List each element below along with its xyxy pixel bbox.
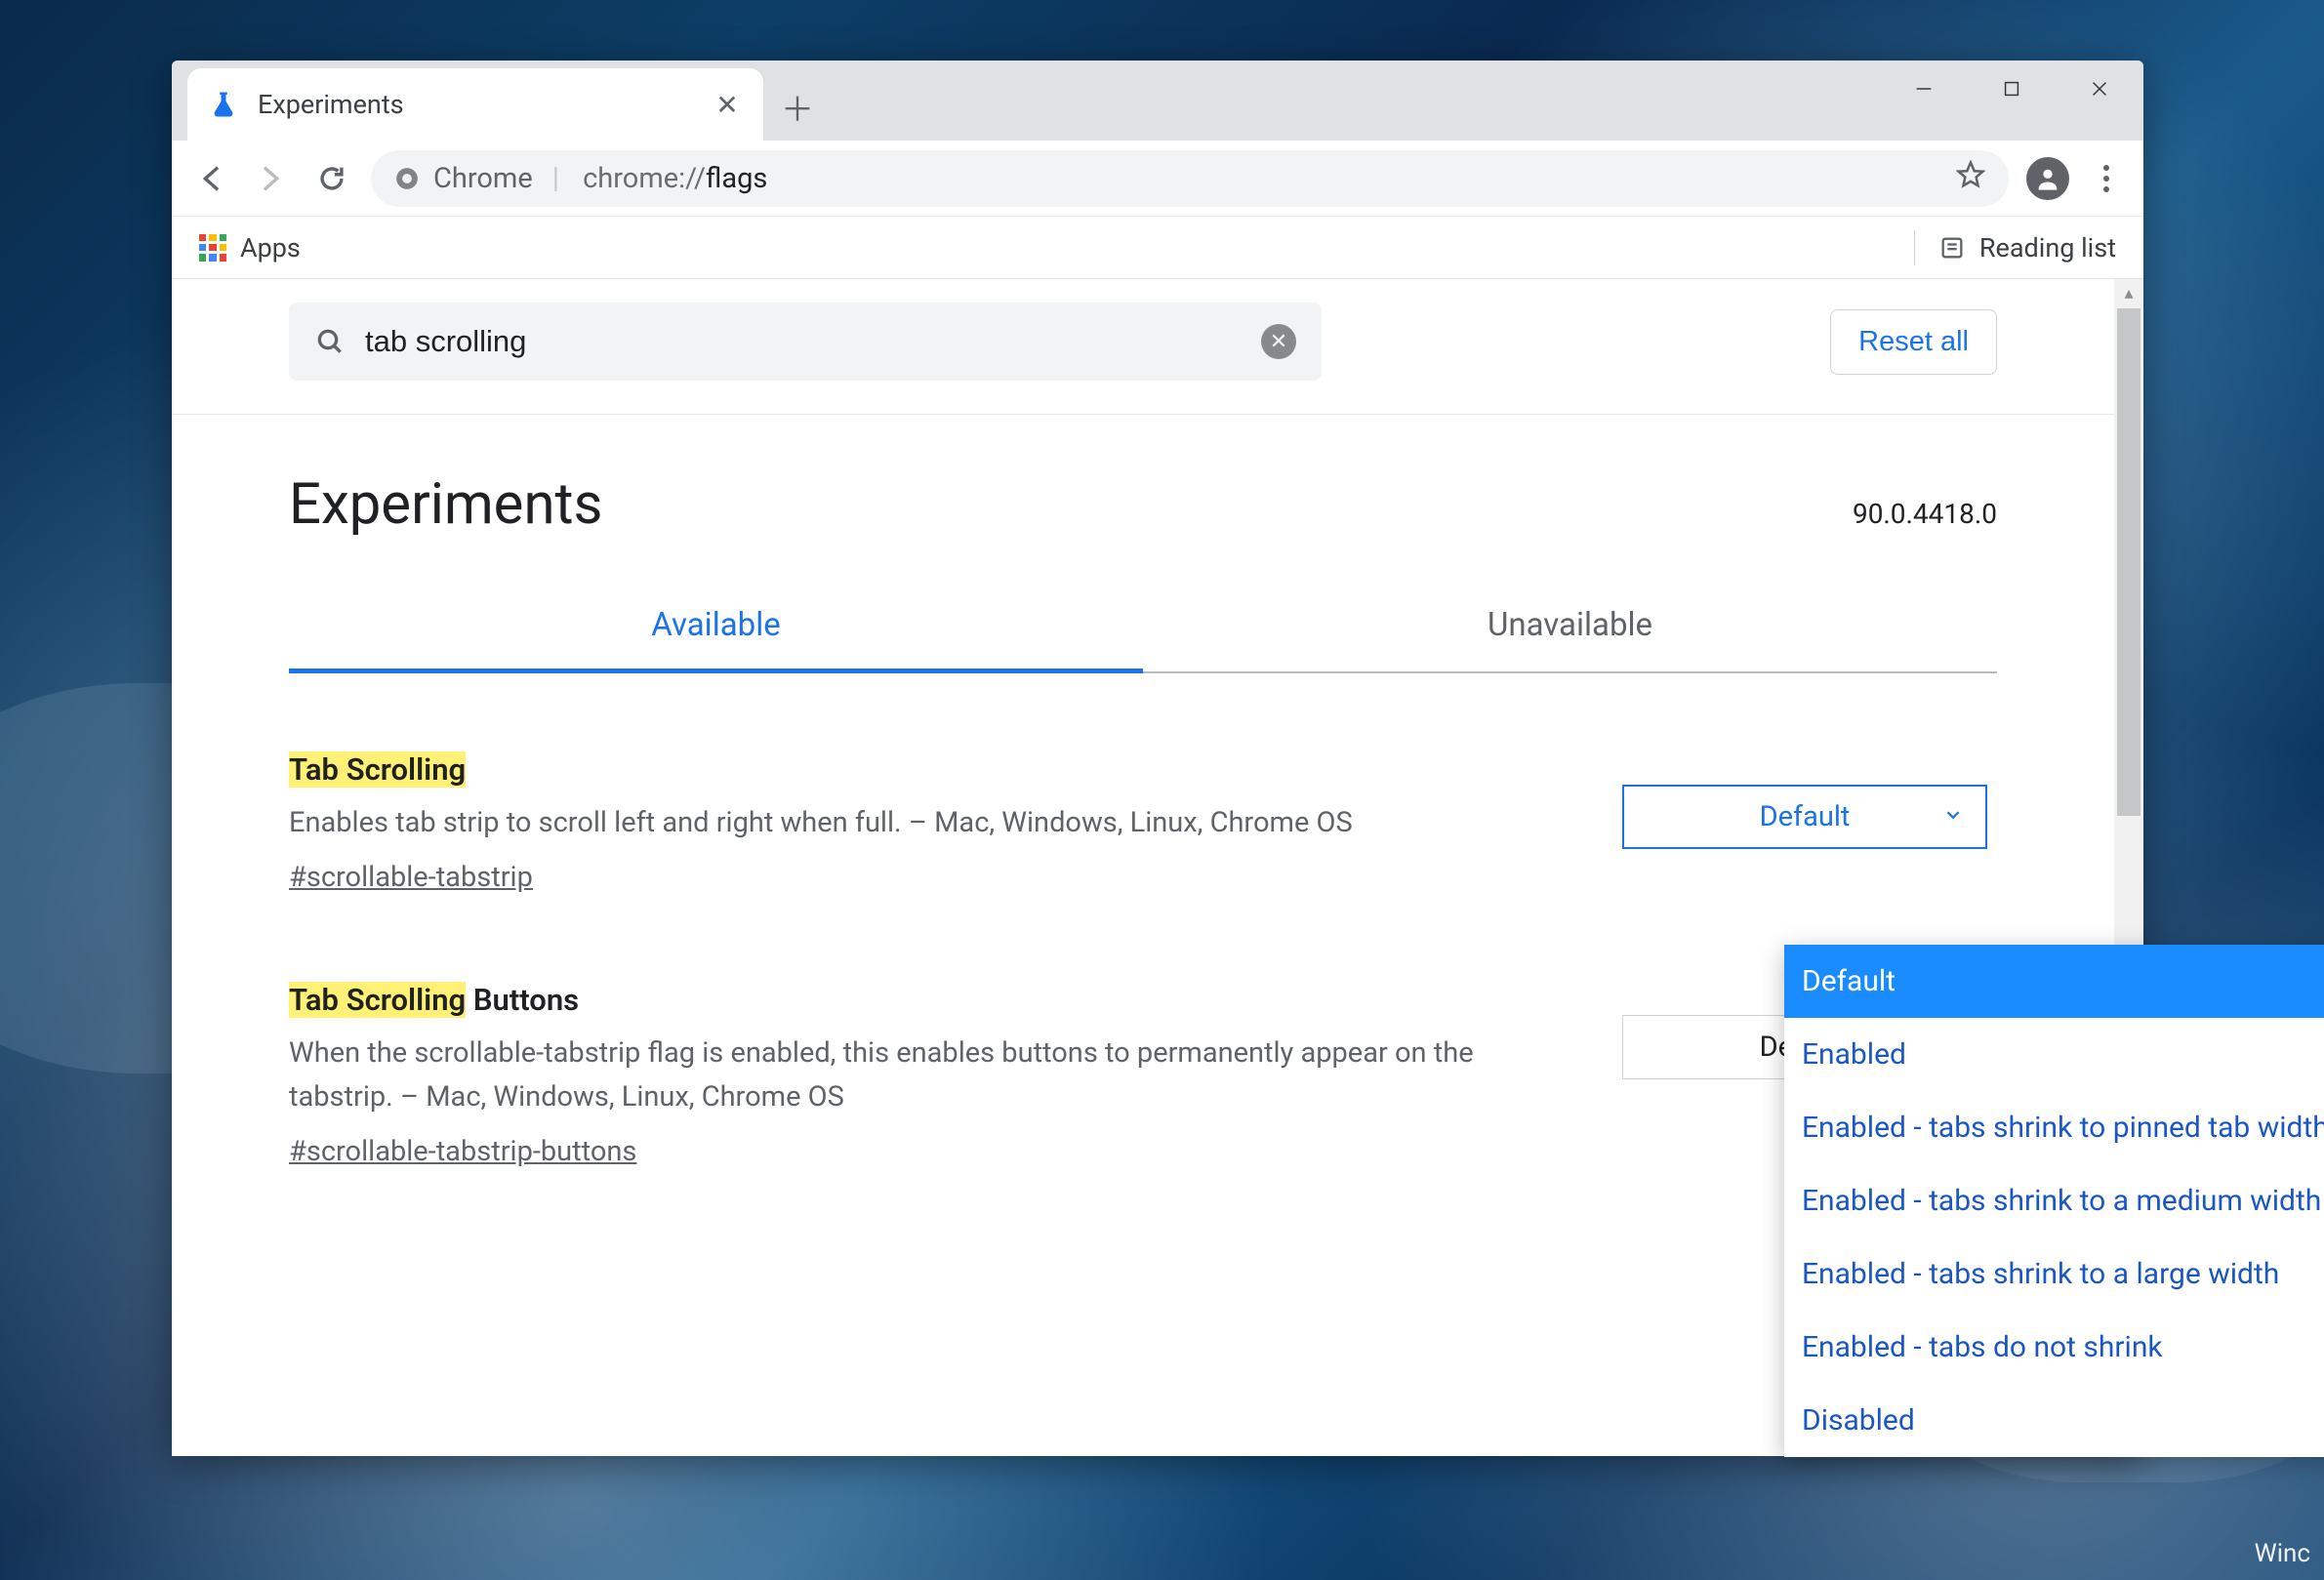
new-tab-button[interactable]: ＋ bbox=[763, 72, 832, 141]
forward-button[interactable] bbox=[250, 157, 293, 200]
reading-list-label: Reading list bbox=[1979, 232, 2116, 263]
flag-select-value: Default bbox=[1760, 800, 1851, 833]
scroll-thumb[interactable] bbox=[2117, 308, 2141, 816]
flag-title: Tab Scrolling Buttons bbox=[289, 982, 1997, 1018]
dropdown-option[interactable]: Enabled - tabs do not shrink bbox=[1784, 1311, 2324, 1384]
dropdown-option[interactable]: Enabled - tabs shrink to a large width bbox=[1784, 1237, 2324, 1311]
flags-tabs: Available Unavailable bbox=[289, 606, 1997, 673]
minimize-button[interactable] bbox=[1880, 61, 1968, 117]
browser-tab[interactable]: Experiments ✕ bbox=[187, 68, 763, 141]
divider bbox=[1914, 230, 1915, 265]
tab-title: Experiments bbox=[258, 89, 713, 120]
titlebar: Experiments ✕ ＋ bbox=[172, 61, 2143, 141]
dropdown-option[interactable]: Enabled - tabs shrink to pinned tab widt… bbox=[1784, 1091, 2324, 1164]
flag-item: Tab Scrolling Enables tab strip to scroll… bbox=[289, 751, 1997, 894]
close-window-button[interactable] bbox=[2056, 61, 2143, 117]
back-button[interactable] bbox=[189, 157, 232, 200]
toolbar: Chrome | chrome://flags bbox=[172, 141, 2143, 217]
bookmark-star-icon[interactable] bbox=[1956, 160, 1985, 197]
dropdown-option[interactable]: Enabled bbox=[1784, 1018, 2324, 1091]
chevron-down-icon bbox=[1942, 800, 1964, 833]
dropdown-option[interactable]: Default bbox=[1784, 945, 2324, 1018]
tab-available[interactable]: Available bbox=[289, 606, 1143, 671]
url: chrome://flags bbox=[583, 162, 767, 195]
flag-anchor-link[interactable]: #scrollable-tabstrip-buttons bbox=[289, 1135, 636, 1168]
flag-description: Enables tab strip to scroll left and rig… bbox=[289, 801, 1568, 845]
apps-grid-icon bbox=[199, 234, 226, 262]
flag-anchor-link[interactable]: #scrollable-tabstrip bbox=[289, 861, 533, 894]
reading-list-button[interactable]: Reading list bbox=[1938, 232, 2116, 263]
flags-search-input[interactable] bbox=[365, 324, 1242, 359]
chrome-icon bbox=[394, 166, 420, 191]
dropdown-option[interactable]: Disabled bbox=[1784, 1384, 2324, 1457]
clear-search-icon[interactable]: ✕ bbox=[1261, 324, 1296, 359]
close-tab-icon[interactable]: ✕ bbox=[713, 89, 742, 121]
scroll-up-icon[interactable]: ▴ bbox=[2114, 279, 2143, 306]
search-icon bbox=[314, 326, 346, 357]
flag-select[interactable]: Default bbox=[1622, 785, 1987, 849]
page-heading: Experiments bbox=[289, 471, 602, 538]
activation-watermark: Winc bbox=[2255, 1539, 2310, 1568]
dropdown-option[interactable]: Enabled - tabs shrink to a medium width bbox=[1784, 1164, 2324, 1237]
reload-button[interactable] bbox=[310, 157, 353, 200]
apps-label: Apps bbox=[240, 232, 301, 263]
flag-description: When the scrollable-tabstrip flag is ena… bbox=[289, 1032, 1568, 1119]
reset-all-button[interactable]: Reset all bbox=[1830, 309, 1997, 375]
apps-shortcut[interactable]: Apps bbox=[199, 232, 301, 263]
bookmarks-bar: Apps Reading list bbox=[172, 217, 2143, 279]
tab-unavailable[interactable]: Unavailable bbox=[1143, 606, 1997, 671]
menu-button[interactable] bbox=[2087, 165, 2126, 192]
browser-window: Experiments ✕ ＋ Chrome | chrome://fla bbox=[172, 61, 2143, 1456]
maximize-button[interactable] bbox=[1968, 61, 2056, 117]
reading-list-icon bbox=[1938, 234, 1966, 262]
flag-item: Tab Scrolling Buttons When the scrollable… bbox=[289, 982, 1997, 1168]
flask-icon bbox=[209, 90, 238, 119]
window-controls bbox=[1880, 61, 2143, 117]
flags-search-box[interactable]: ✕ bbox=[289, 303, 1322, 381]
site-origin-chip: Chrome | bbox=[394, 161, 565, 195]
profile-avatar[interactable] bbox=[2026, 157, 2069, 200]
origin-label: Chrome bbox=[433, 162, 533, 195]
omnibox[interactable]: Chrome | chrome://flags bbox=[371, 150, 2009, 207]
version-label: 90.0.4418.0 bbox=[1853, 498, 1997, 530]
flag-dropdown-list[interactable]: DefaultEnabledEnabled - tabs shrink to p… bbox=[1784, 945, 2324, 1457]
flag-title: Tab Scrolling bbox=[289, 751, 1997, 788]
